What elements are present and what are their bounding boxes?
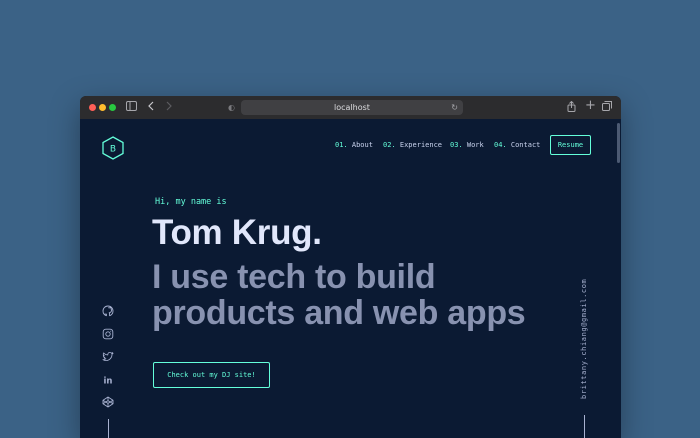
github-icon[interactable] — [102, 305, 114, 317]
zoom-window-button[interactable] — [109, 104, 116, 111]
logo-letter: B — [110, 145, 116, 155]
nav-number: 02. — [383, 141, 396, 149]
instagram-icon[interactable] — [102, 328, 114, 340]
close-window-button[interactable] — [89, 104, 96, 111]
codepen-icon[interactable] — [102, 396, 114, 408]
nav-number: 01. — [335, 141, 348, 149]
sidebar-toggle-icon[interactable] — [126, 101, 137, 114]
resume-button[interactable]: Resume — [550, 135, 591, 155]
nav-item-experience[interactable]: 02. Experience — [383, 141, 442, 149]
hero-name: Tom Krug. — [152, 213, 322, 252]
email-link[interactable]: brittany.chiang@gmail.com — [580, 279, 588, 399]
nav-item-about[interactable]: 01. About — [335, 141, 373, 149]
right-vertical-line — [584, 415, 585, 438]
browser-window: ◐ localhost ↻ + B 01. About 02. Experien… — [80, 96, 621, 438]
minimize-window-button[interactable] — [99, 104, 106, 111]
intro-text: Hi, my name is — [155, 197, 227, 207]
nav-label: Contact — [510, 141, 541, 149]
address-bar[interactable]: ◐ localhost ↻ — [228, 100, 463, 115]
browser-toolbar: ◐ localhost ↻ + — [80, 96, 621, 120]
new-tab-icon[interactable]: + — [585, 99, 596, 112]
nav-item-contact[interactable]: 04. Contact — [494, 141, 540, 149]
back-icon[interactable] — [148, 101, 154, 114]
portfolio-page: B 01. About 02. Experience 03. Work 04. … — [80, 119, 621, 438]
share-icon[interactable] — [567, 100, 576, 115]
logo-hexagon-icon[interactable]: B — [102, 136, 124, 160]
nav-label: Work — [466, 141, 484, 149]
scrollbar[interactable] — [617, 123, 620, 163]
nav-label: Experience — [399, 141, 443, 149]
forward-icon[interactable] — [166, 101, 172, 114]
left-vertical-line — [108, 419, 109, 438]
dj-site-button[interactable]: Check out my DJ site! — [153, 362, 270, 388]
url-text: localhost — [334, 103, 370, 112]
svg-text:in: in — [104, 377, 113, 387]
reload-icon[interactable]: ↻ — [451, 100, 458, 115]
privacy-shield-icon[interactable]: ◐ — [228, 100, 235, 115]
twitter-icon[interactable] — [102, 351, 114, 363]
nav-label: About — [351, 141, 373, 149]
hero-tagline-line-2: products and web apps — [152, 294, 526, 332]
hero-tagline-line-1: I use tech to build — [152, 258, 436, 296]
nav-number: 04. — [494, 141, 507, 149]
nav-number: 03. — [450, 141, 463, 149]
tab-overview-icon[interactable] — [602, 101, 612, 114]
linkedin-icon[interactable]: in — [102, 374, 114, 387]
nav-item-work[interactable]: 03. Work — [450, 141, 484, 149]
